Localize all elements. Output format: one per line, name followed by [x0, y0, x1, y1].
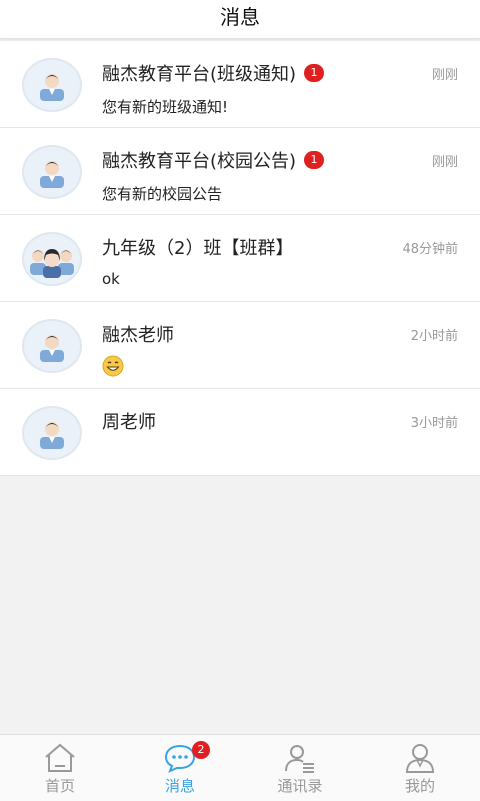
- conversation-preview: 您有新的校园公告: [102, 185, 223, 203]
- unread-badge: 1: [304, 64, 325, 82]
- conversation-time: 2小时前: [410, 329, 458, 344]
- bottom-tab-bar: 首页 2 消息 通讯录 我的: [0, 734, 480, 801]
- conversation-item[interactable]: 融杰教育平台(校园公告) 1 刚刚 您有新的校园公告: [0, 128, 480, 215]
- conversation-name: 周老师: [102, 408, 156, 434]
- conversation-item[interactable]: 周老师 3小时前: [0, 389, 480, 476]
- conversation-name-text: 九年级（2）班【班群】: [102, 238, 294, 259]
- conversation-time: 48分钟前: [402, 242, 458, 257]
- tab-contacts[interactable]: 通讯录: [240, 735, 360, 801]
- tab-profile[interactable]: 我的: [360, 735, 480, 801]
- person-avatar-icon: [22, 406, 82, 460]
- conversation-list: 融杰教育平台(班级通知) 1 刚刚 您有新的班级通知! 融杰教育平台(校园公告)…: [0, 41, 480, 476]
- conversation-time: 3小时前: [410, 416, 458, 431]
- messages-badge: 2: [192, 741, 210, 759]
- conversation-name-text: 周老师: [102, 412, 156, 433]
- tab-label: 通讯录: [277, 777, 323, 795]
- conversation-time: 刚刚: [431, 68, 458, 83]
- home-icon: [45, 743, 75, 772]
- conversation-name-text: 融杰老师: [102, 325, 174, 346]
- person-avatar-icon: [22, 58, 82, 112]
- tab-label: 首页: [44, 777, 75, 795]
- unread-badge: 1: [304, 151, 325, 169]
- conversation-name: 融杰老师: [102, 321, 174, 347]
- contacts-icon: [285, 745, 314, 773]
- person-avatar-icon: [22, 145, 82, 199]
- conversation-item[interactable]: 融杰教育平台(班级通知) 1 刚刚 您有新的班级通知!: [0, 41, 480, 128]
- conversation-name: 融杰教育平台(班级通知) 1: [102, 60, 325, 86]
- conversation-preview: 您有新的班级通知!: [102, 98, 229, 116]
- tab-label: 消息: [164, 777, 195, 795]
- conversation-name-text: 融杰教育平台(班级通知): [102, 64, 297, 85]
- title-bar: 消息: [0, 0, 480, 39]
- conversation-time: 刚刚: [431, 155, 458, 170]
- conversation-item[interactable]: 九年级（2）班【班群】 48分钟前 ok: [0, 215, 480, 302]
- grinning-face-emoji: [102, 355, 124, 377]
- page-title: 消息: [220, 4, 260, 29]
- conversation-name-text: 融杰教育平台(校园公告): [102, 151, 297, 172]
- conversation-name: 九年级（2）班【班群】: [102, 234, 293, 260]
- profile-icon: [405, 744, 435, 773]
- tab-label: 我的: [404, 777, 435, 795]
- group-avatar-icon: [22, 232, 82, 286]
- conversation-item[interactable]: 融杰老师 2小时前: [0, 302, 480, 389]
- tab-home[interactable]: 首页: [0, 735, 120, 801]
- conversation-preview: ok: [102, 270, 120, 288]
- person-avatar-icon: [22, 319, 82, 373]
- tab-messages[interactable]: 2 消息: [120, 735, 240, 801]
- conversation-name: 融杰教育平台(校园公告) 1: [102, 147, 325, 173]
